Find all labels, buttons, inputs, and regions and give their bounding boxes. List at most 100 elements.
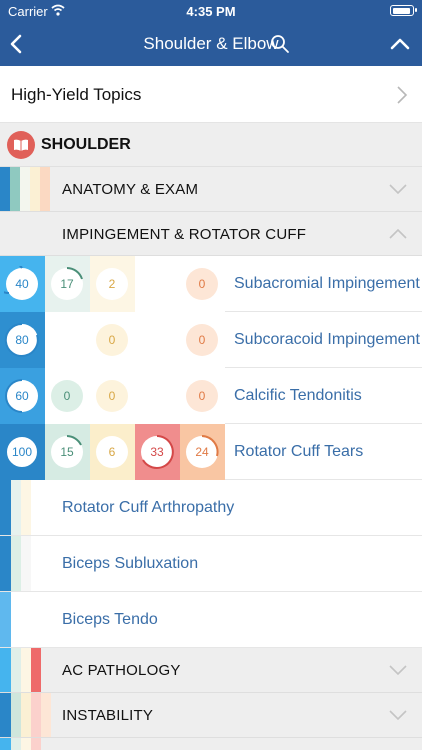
topic-row[interactable]: Rotator Cuff Arthropathy — [0, 480, 422, 536]
progress-strip — [21, 648, 31, 692]
chevron-down-icon — [389, 665, 407, 676]
score-badge: 0 — [51, 380, 83, 412]
progress-arc — [4, 266, 23, 295]
progress-strip — [0, 648, 11, 692]
topic-row[interactable]: 100 15 6 33 24 Rotator Cuff Tears — [0, 424, 422, 480]
topic-label: Rotator Cuff Arthropathy — [62, 499, 235, 516]
battery-icon — [390, 5, 417, 16]
page-title: Shoulder & Elbow — [143, 34, 279, 53]
clock: 4:35 PM — [186, 4, 236, 19]
chevron-down-icon — [389, 710, 407, 721]
progress-arc — [142, 435, 174, 469]
score-cell: 40 — [0, 256, 45, 312]
status-bar: Carrier 4:35 PM — [0, 0, 422, 22]
topic-row[interactable]: Biceps Subluxation — [0, 536, 422, 592]
score-cell: 0 — [180, 256, 225, 312]
progress-strip — [0, 480, 11, 535]
topic-label: Biceps Tendo — [62, 611, 158, 628]
score-cell: 33 — [135, 424, 180, 480]
progress-strip — [21, 536, 31, 591]
progress-strip — [20, 167, 30, 211]
score-cell: 0 — [90, 368, 135, 424]
score-cell: 0 — [90, 312, 135, 368]
topic-label: Subcoracoid Impingement — [234, 331, 420, 348]
section-title: SHOULDER — [41, 136, 131, 153]
top-bar: Carrier 4:35 PM Shoulder & Elbow — [0, 0, 422, 66]
progress-strip — [0, 536, 11, 591]
score-cell: 2 — [90, 256, 135, 312]
group-ac-pathology[interactable]: AC PATHOLOGY — [0, 648, 422, 693]
score-cell: 17 — [45, 256, 90, 312]
progress-strip — [0, 592, 11, 647]
progress-strip — [0, 693, 11, 737]
chevron-down-icon — [389, 184, 407, 195]
nav-bar: Shoulder & Elbow — [0, 22, 422, 66]
group-label: INSTABILITY — [62, 707, 154, 724]
score-cell — [135, 368, 180, 424]
group-label: ANATOMY & EXAM — [62, 181, 199, 198]
section-shoulder[interactable]: SHOULDER — [0, 123, 422, 167]
group-impingement-rotator-cuff[interactable]: IMPINGEMENT & ROTATOR CUFF — [0, 212, 422, 256]
group-instability[interactable]: INSTABILITY — [0, 693, 422, 738]
progress-arc — [66, 435, 82, 446]
progress-strip — [31, 648, 41, 692]
high-yield-topics-row[interactable]: High-Yield Topics — [0, 66, 422, 123]
progress-strip — [40, 167, 50, 211]
score-badge: 0 — [186, 380, 218, 412]
group-row-partial[interactable] — [0, 738, 422, 750]
score-badge: 6 — [96, 436, 128, 468]
group-label: IMPINGEMENT & ROTATOR CUFF — [62, 226, 307, 243]
topic-row[interactable]: 80 0 0 Subcoracoid Impingement — [0, 312, 422, 368]
topic-row[interactable]: Biceps Tendo — [0, 592, 422, 648]
score-badge: 0 — [96, 324, 128, 356]
score-badge: 0 — [186, 268, 218, 300]
progress-arc — [5, 435, 39, 469]
score-cell: 6 — [90, 424, 135, 480]
progress-arc — [201, 435, 219, 457]
score-badge: 0 — [96, 380, 128, 412]
progress-strip — [31, 738, 41, 750]
progress-strip — [41, 693, 51, 737]
score-cell — [135, 312, 180, 368]
score-cell: 15 — [45, 424, 90, 480]
progress-strip — [11, 536, 21, 591]
collapse-chevron-icon[interactable] — [390, 34, 410, 54]
score-cell — [45, 312, 90, 368]
topic-row[interactable]: 40 17 2 0 Subacromial Impingement — [0, 256, 422, 312]
score-cell: 0 — [45, 368, 90, 424]
book-icon — [7, 131, 35, 159]
progress-arc — [4, 322, 39, 357]
progress-strip — [11, 693, 21, 737]
progress-strip — [31, 693, 41, 737]
progress-strip — [0, 738, 11, 750]
topic-label: Subacromial Impingement — [234, 275, 420, 292]
progress-strip — [30, 167, 40, 211]
score-cell — [135, 256, 180, 312]
topic-label: Biceps Subluxation — [62, 555, 199, 572]
score-badge: 2 — [96, 268, 128, 300]
progress-strip — [21, 693, 31, 737]
chevron-right-icon — [397, 86, 408, 104]
chevron-up-icon — [389, 228, 407, 239]
group-anatomy-exam[interactable]: ANATOMY & EXAM — [0, 167, 422, 212]
high-yield-topics-label: High-Yield Topics — [11, 85, 142, 104]
score-cell: 24 — [180, 424, 225, 480]
topic-row[interactable]: 60 0 0 0 Calcific Tendonitis — [0, 368, 422, 424]
topic-label: Calcific Tendonitis — [234, 387, 362, 404]
score-cell: 80 — [0, 312, 45, 368]
search-icon[interactable] — [270, 34, 290, 54]
score-cell: 0 — [180, 368, 225, 424]
progress-strip — [10, 167, 20, 211]
progress-strip — [21, 480, 31, 535]
progress-strip — [11, 738, 21, 750]
group-label: AC PATHOLOGY — [62, 662, 181, 679]
score-cell: 60 — [0, 368, 45, 424]
score-cell: 0 — [180, 312, 225, 368]
progress-strip — [11, 648, 21, 692]
progress-arc — [5, 379, 23, 413]
score-badge: 0 — [186, 324, 218, 356]
topic-label: Rotator Cuff Tears — [234, 443, 364, 460]
progress-strip — [21, 738, 31, 750]
score-cell: 100 — [0, 424, 45, 480]
progress-strip — [11, 480, 21, 535]
